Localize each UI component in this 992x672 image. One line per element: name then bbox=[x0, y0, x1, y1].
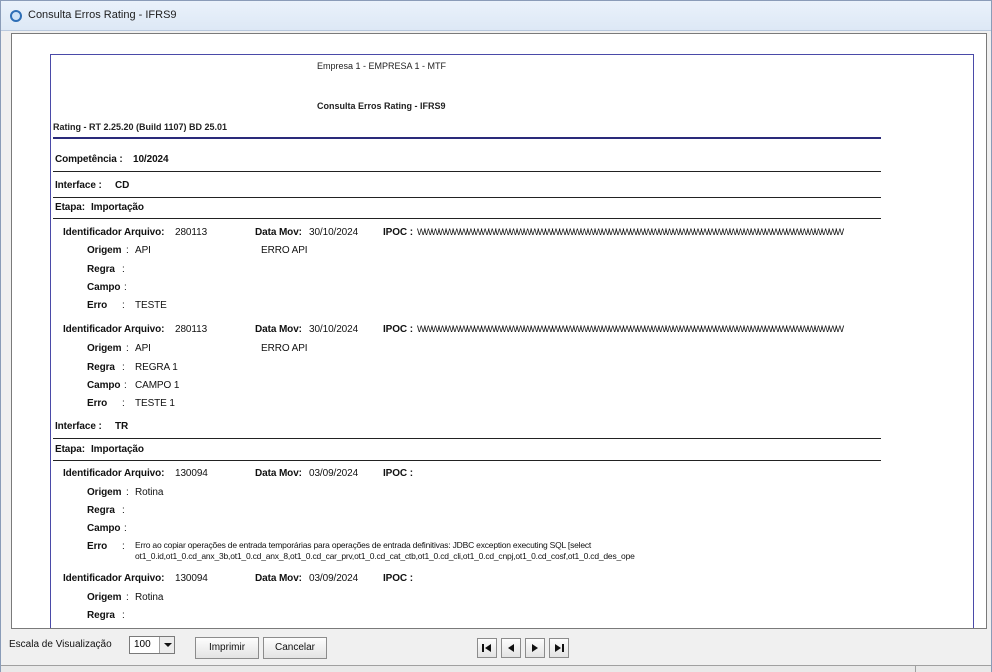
origem-value: API bbox=[135, 245, 151, 256]
report-title: Consulta Erros Rating - IFRS9 bbox=[317, 101, 446, 111]
ipoc-label: IPOC : bbox=[383, 573, 413, 584]
erro-value: TESTE bbox=[135, 300, 167, 311]
origem-value: Rotina bbox=[135, 592, 164, 603]
etapa-label: Etapa: bbox=[55, 202, 85, 213]
cancel-button[interactable]: Cancelar bbox=[263, 637, 327, 659]
identificador-label: Identificador Arquivo: bbox=[63, 227, 165, 238]
scale-value: 100 bbox=[134, 639, 151, 650]
divider bbox=[53, 197, 881, 198]
divider bbox=[53, 438, 881, 439]
data-mov-value: 30/10/2024 bbox=[309, 227, 359, 238]
origem-label: Origem bbox=[87, 592, 122, 603]
erro-label: Erro bbox=[87, 541, 108, 552]
identificador-value: 130094 bbox=[175, 468, 208, 479]
origem-label: Origem bbox=[87, 487, 122, 498]
data-mov-label: Data Mov: bbox=[255, 573, 302, 584]
regra-label: Regra bbox=[87, 610, 115, 621]
campo-label: Campo bbox=[87, 523, 121, 534]
data-mov-label: Data Mov: bbox=[255, 227, 302, 238]
identificador-label: Identificador Arquivo: bbox=[63, 468, 165, 479]
chevron-down-icon[interactable] bbox=[159, 637, 174, 653]
identificador-value: 130094 bbox=[175, 573, 208, 584]
last-page-button[interactable] bbox=[549, 638, 569, 658]
regra-value: REGRA 1 bbox=[135, 362, 178, 373]
first-page-icon bbox=[482, 644, 491, 652]
campo-value: CAMPO 1 bbox=[135, 380, 180, 391]
report-window: Consulta Erros Rating - IFRS9 Empresa 1 … bbox=[0, 0, 992, 672]
interface-name: TR bbox=[115, 421, 129, 432]
scale-label: Escala de Visualização bbox=[9, 639, 112, 650]
status-bar bbox=[1, 665, 991, 672]
scale-select[interactable]: 100 bbox=[129, 636, 175, 654]
previous-page-button[interactable] bbox=[501, 638, 521, 658]
data-mov-label: Data Mov: bbox=[255, 468, 302, 479]
origem-value: API bbox=[135, 343, 151, 354]
last-page-icon bbox=[555, 644, 564, 652]
identificador-label: Identificador Arquivo: bbox=[63, 324, 165, 335]
company-name: Empresa 1 - EMPRESA 1 - MTF bbox=[317, 61, 447, 71]
origem-value: Rotina bbox=[135, 487, 164, 498]
status-separator bbox=[915, 665, 916, 672]
interface-label: Interface : bbox=[55, 180, 102, 191]
origem-label: Origem bbox=[87, 343, 122, 354]
ipoc-label: IPOC : bbox=[383, 227, 413, 238]
previous-page-icon bbox=[508, 644, 514, 652]
interface-label: Interface : bbox=[55, 421, 102, 432]
ipoc-value: WWWWWWWWWWWWWWWWWWWWWWWWWWWWWWWWWWWWWWWW… bbox=[417, 324, 844, 334]
erro-line-2: ot1_0.id,ot1_0.cd_anx_3b,ot1_0.cd_anx_8,… bbox=[135, 551, 635, 561]
campo-label: Campo bbox=[87, 282, 121, 293]
identificador-label: Identificador Arquivo: bbox=[63, 573, 165, 584]
ipoc-label: IPOC : bbox=[383, 468, 413, 479]
data-mov-label: Data Mov: bbox=[255, 324, 302, 335]
regra-label: Regra bbox=[87, 505, 115, 516]
identificador-value: 280113 bbox=[175, 227, 208, 238]
regra-label: Regra bbox=[87, 264, 115, 275]
header-divider bbox=[53, 137, 881, 139]
competencia-value: 10/2024 bbox=[133, 154, 169, 165]
ipoc-label: IPOC : bbox=[383, 324, 413, 335]
interface-name: CD bbox=[115, 180, 130, 191]
app-icon bbox=[10, 10, 22, 22]
next-page-button[interactable] bbox=[525, 638, 545, 658]
origem-desc: ERRO API bbox=[261, 245, 308, 256]
data-mov-value: 03/09/2024 bbox=[309, 468, 359, 479]
report-viewer[interactable]: Empresa 1 - EMPRESA 1 - MTF Consulta Err… bbox=[11, 33, 987, 629]
data-mov-value: 30/10/2024 bbox=[309, 324, 359, 335]
identificador-value: 280113 bbox=[175, 324, 208, 335]
data-mov-value: 03/09/2024 bbox=[309, 573, 359, 584]
etapa-value: Importação bbox=[91, 202, 144, 213]
erro-value: TESTE 1 bbox=[135, 398, 175, 409]
erro-line-1: Erro ao copiar operações de entrada temp… bbox=[135, 540, 592, 550]
origem-desc: ERRO API bbox=[261, 343, 308, 354]
erro-label: Erro bbox=[87, 398, 108, 409]
window-title: Consulta Erros Rating - IFRS9 bbox=[28, 9, 177, 21]
divider bbox=[53, 460, 881, 461]
divider bbox=[53, 171, 881, 172]
erro-label: Erro bbox=[87, 300, 108, 311]
version-info: Rating - RT 2.25.20 (Build 1107) BD 25.0… bbox=[53, 122, 228, 132]
first-page-button[interactable] bbox=[477, 638, 497, 658]
print-button[interactable]: Imprimir bbox=[195, 637, 259, 659]
next-page-icon bbox=[532, 644, 538, 652]
etapa-value: Importação bbox=[91, 444, 144, 455]
competencia-label: Competência : bbox=[55, 154, 123, 165]
title-bar: Consulta Erros Rating - IFRS9 bbox=[1, 1, 991, 31]
origem-label: Origem bbox=[87, 245, 122, 256]
report-page: Empresa 1 - EMPRESA 1 - MTF Consulta Err… bbox=[50, 54, 974, 628]
campo-label: Campo bbox=[87, 380, 121, 391]
etapa-label: Etapa: bbox=[55, 444, 85, 455]
regra-label: Regra bbox=[87, 362, 115, 373]
ipoc-value: WWWWWWWWWWWWWWWWWWWWWWWWWWWWWWWWWWWWWWWW… bbox=[417, 227, 844, 237]
divider bbox=[53, 218, 881, 219]
